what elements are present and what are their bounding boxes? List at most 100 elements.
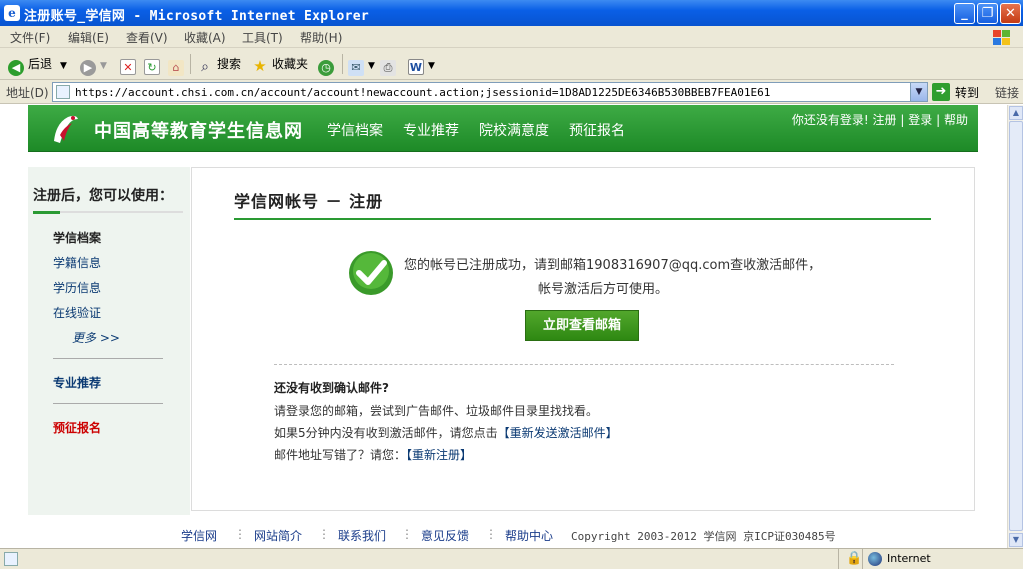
menu-bar: 文件(F) 编辑(E) 查看(V) 收藏(A) 工具(T) 帮助(H)	[0, 26, 1023, 48]
go-arrow-icon[interactable]: ➜	[932, 83, 950, 101]
footer-link-feedback[interactable]: 意见反馈	[421, 527, 469, 544]
sidebar-section-archive[interactable]: 学信档案	[53, 229, 101, 246]
stop-icon: ✕	[120, 59, 136, 75]
divider: |	[900, 113, 905, 127]
forward-dropdown-icon: ▼	[100, 61, 107, 71]
sidebar-section-enlistment[interactable]: 预征报名	[53, 419, 101, 436]
back-arrow-icon: ◀	[8, 60, 24, 76]
minimize-button[interactable]: _	[954, 3, 975, 24]
favorites-button[interactable]: ★ 收藏夹	[252, 54, 308, 74]
menu-view[interactable]: 查看(V)	[126, 29, 168, 46]
footer-link-contact[interactable]: 联系我们	[338, 527, 386, 544]
footer-link-help[interactable]: 帮助中心	[505, 527, 553, 544]
page-status-icon	[4, 552, 18, 566]
divider: |	[936, 113, 941, 127]
footer-divider: ⋮	[401, 527, 413, 541]
help-text-3-prefix: 邮件地址写错了？请您：	[274, 448, 407, 462]
sidebar-title-underline	[33, 211, 183, 214]
word-dropdown-icon: ▼	[428, 61, 435, 71]
stop-button[interactable]: ✕	[120, 54, 140, 75]
nav-major-recommend[interactable]: 专业推荐	[403, 120, 459, 140]
sidebar-divider	[53, 358, 163, 359]
forward-button[interactable]: ▶ ▼	[80, 54, 107, 76]
back-dropdown-icon[interactable]: ▼	[60, 61, 67, 71]
home-button[interactable]: ⌂	[168, 54, 188, 76]
globe-icon	[868, 552, 882, 566]
help-text-2: 如果5分钟内没有收到激活邮件，请您点击【重新发送激活邮件】	[274, 424, 618, 441]
address-input[interactable]: https://account.chsi.com.cn/account/acco…	[52, 82, 928, 102]
menu-help[interactable]: 帮助(H)	[300, 29, 342, 46]
menu-favorites[interactable]: 收藏(A)	[184, 29, 226, 46]
lock-icon: 🔒	[846, 551, 863, 566]
scroll-up-icon[interactable]: ▲	[1009, 106, 1023, 120]
toolbar-divider	[342, 54, 343, 74]
mail-dropdown-icon: ▼	[368, 61, 375, 71]
refresh-button[interactable]: ↻	[144, 54, 164, 75]
star-icon: ★	[253, 57, 267, 75]
nav-college-satisfaction[interactable]: 院校满意度	[479, 120, 549, 140]
help-heading: 还没有收到确认邮件?	[274, 381, 389, 395]
chsi-logo-icon	[54, 115, 78, 143]
check-mailbox-button[interactable]: 立即查看邮箱	[525, 310, 639, 341]
print-button[interactable]: ⎙	[380, 54, 400, 76]
windows-logo-icon	[985, 27, 1015, 47]
mail-icon: ✉	[348, 60, 364, 76]
close-button[interactable]: ✕	[1000, 3, 1021, 24]
word-icon: W	[408, 59, 424, 75]
success-message: 您的帐号已注册成功，请到邮箱1908316907@qq.com查收激活邮件，	[404, 258, 822, 273]
menu-file[interactable]: 文件(F)	[10, 29, 50, 46]
sidebar-item-education[interactable]: 学历信息	[53, 279, 101, 296]
sidebar-title: 注册后，您可以使用：	[33, 188, 173, 204]
sidebar-item-online-verify[interactable]: 在线验证	[53, 304, 101, 321]
forward-arrow-icon: ▶	[80, 60, 96, 76]
links-button[interactable]: 链接	[995, 84, 1019, 101]
scroll-down-icon[interactable]: ▼	[1009, 533, 1023, 547]
scrollbar-thumb[interactable]	[1009, 121, 1023, 531]
maximize-button[interactable]: ❐	[977, 3, 998, 24]
status-divider	[838, 549, 839, 569]
address-dropdown-icon[interactable]: ▼	[910, 83, 927, 101]
search-button[interactable]: ⌕ 搜索	[197, 54, 241, 75]
menu-tools[interactable]: 工具(T)	[242, 29, 283, 46]
vertical-scrollbar[interactable]: ▲ ▼	[1007, 105, 1023, 548]
title-bar: e 注册账号_学信网 - Microsoft Internet Explorer…	[0, 0, 1023, 26]
address-url[interactable]: https://account.chsi.com.cn/account/acco…	[75, 86, 770, 99]
sidebar-item-student-status[interactable]: 学籍信息	[53, 254, 101, 271]
login-link[interactable]: 登录	[908, 113, 932, 127]
success-check-icon	[349, 251, 393, 295]
menu-edit[interactable]: 编辑(E)	[68, 29, 109, 46]
resend-activation-link[interactable]: 【重新发送激活邮件】	[498, 426, 618, 440]
search-icon: ⌕	[201, 59, 209, 75]
sidebar-divider	[53, 403, 163, 404]
re-register-link[interactable]: 【重新注册】	[406, 448, 472, 462]
top-links: 你还没有登录! 注册 | 登录 | 帮助	[792, 111, 968, 128]
footer-divider: ⋮	[318, 527, 330, 541]
help-link[interactable]: 帮助	[944, 113, 968, 127]
browser-window: e 注册账号_学信网 - Microsoft Internet Explorer…	[0, 0, 1023, 569]
sidebar-more-link[interactable]: 更多 >>	[72, 329, 120, 346]
footer-link-xuexin[interactable]: 学信网	[181, 527, 217, 544]
nav-enlistment[interactable]: 预征报名	[569, 120, 625, 140]
help-text-1: 请登录您的邮箱，尝试到广告邮件、垃圾邮件目录里找找看。	[274, 404, 599, 418]
footer-link-about[interactable]: 网站简介	[254, 527, 302, 544]
word-button[interactable]: W ▼	[408, 54, 435, 75]
history-button[interactable]: ◷	[318, 54, 338, 76]
toolbar: ◀ 后退 ▼ ▶ ▼ ✕ ↻ ⌂ ⌕ 搜索 ★ 收藏夹 ◷ ✉ ▼ ⎙ W ▼	[0, 48, 1023, 80]
site-header: 中国高等教育学生信息网 学信档案 专业推荐 院校满意度 预征报名 你还没有登录!…	[28, 105, 978, 152]
address-label: 地址(D)	[6, 86, 49, 100]
mail-button[interactable]: ✉ ▼	[348, 54, 375, 76]
go-button[interactable]: 转到	[955, 84, 979, 101]
dashed-divider	[274, 364, 894, 365]
login-status: 你还没有登录!	[791, 113, 869, 127]
nav-xuexin-archive[interactable]: 学信档案	[327, 120, 383, 140]
footer: 学信网 ⋮ 网站简介 ⋮ 联系我们 ⋮ 意见反馈 ⋮ 帮助中心 Copyrigh…	[0, 527, 1007, 545]
footer-divider: ⋮	[485, 527, 497, 541]
register-link[interactable]: 注册	[873, 113, 897, 127]
success-message-2: 帐号激活后方可使用。	[538, 282, 669, 297]
back-label: 后退	[28, 57, 53, 71]
sidebar-section-major[interactable]: 专业推荐	[53, 374, 101, 391]
back-button[interactable]: ◀ 后退 ▼	[8, 54, 67, 76]
home-icon: ⌂	[168, 60, 184, 76]
zone-label: Internet	[887, 552, 931, 565]
favorites-label: 收藏夹	[272, 57, 309, 71]
